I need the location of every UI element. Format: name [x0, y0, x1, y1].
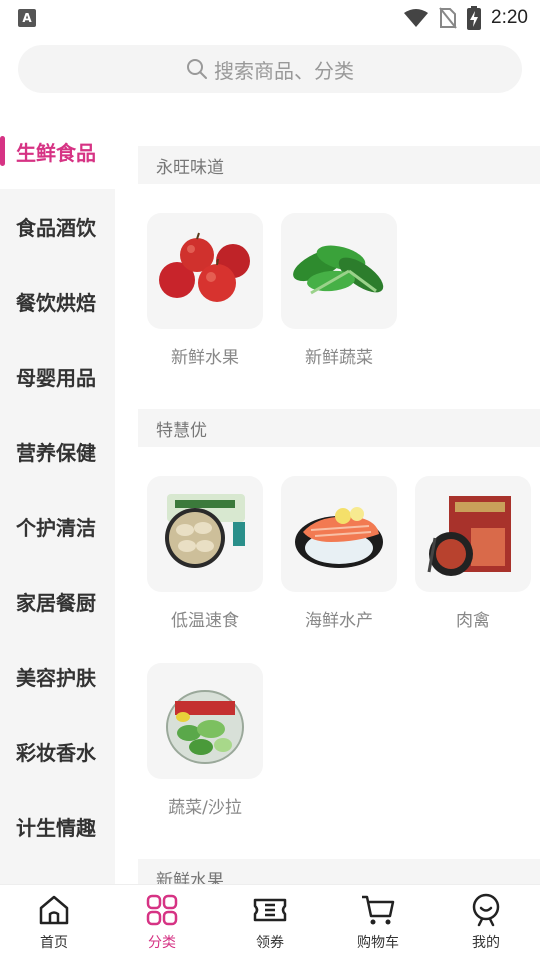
category-content[interactable]: 永旺味道 新鲜水果 新鲜蔬菜 特慧优 低温速食 海鲜水产 肉禽 蔬菜/沙拉 新鲜…: [115, 114, 540, 884]
home-icon: [39, 895, 69, 925]
sidebar-item-label: 母婴用品: [16, 366, 96, 390]
category-tile-meat[interactable]: 肉禽: [415, 476, 531, 631]
sidebar-item-food-drinks[interactable]: 食品酒饮: [0, 189, 115, 264]
salad-image: [147, 663, 263, 779]
vegetables-image: [281, 213, 397, 329]
category-tile-vegetables[interactable]: 新鲜蔬菜: [281, 213, 397, 368]
bottom-navigation: 首页 分类 领券 购物车 我的: [0, 884, 540, 960]
search-input[interactable]: 搜索商品、分类: [18, 45, 522, 93]
nav-label: 首页: [40, 935, 68, 951]
cart-icon: [362, 895, 395, 925]
tile-label: 蔬菜/沙拉: [168, 798, 242, 818]
sidebar-item-label: 美容护肤: [16, 666, 96, 690]
nav-category[interactable]: 分类: [108, 885, 216, 960]
sidebar-item-health[interactable]: 营养保健: [0, 414, 115, 489]
battery-charging-icon: [467, 6, 482, 30]
sidebar-item-home-kitchen[interactable]: 家居餐厨: [0, 564, 115, 639]
frozen-food-image: [147, 476, 263, 592]
tile-label: 新鲜水果: [171, 348, 239, 368]
tile-label: 新鲜蔬菜: [305, 348, 373, 368]
sidebar-item-skincare[interactable]: 美容护肤: [0, 639, 115, 714]
fruit-image: [147, 213, 263, 329]
status-bar: A 2:20: [0, 0, 540, 36]
sidebar-item-fresh-food[interactable]: 生鲜食品: [0, 114, 115, 189]
sidebar-item-makeup[interactable]: 彩妆香水: [0, 714, 115, 789]
profile-icon: [472, 893, 500, 927]
sidebar-item-label: 计生情趣: [16, 816, 96, 840]
category-tile-frozen-food[interactable]: 低温速食: [147, 476, 263, 631]
category-tile-fruit[interactable]: 新鲜水果: [147, 213, 263, 368]
sidebar-item-label: 营养保健: [16, 441, 96, 465]
tile-label: 肉禽: [456, 611, 490, 631]
clock: 2:20: [491, 7, 528, 28]
nav-label: 分类: [148, 935, 176, 951]
section-header: 新鲜水果: [138, 859, 540, 884]
no-sim-icon: [439, 7, 457, 29]
tile-label: 海鲜水产: [305, 611, 373, 631]
nav-profile[interactable]: 我的: [432, 885, 540, 960]
nav-home[interactable]: 首页: [0, 885, 108, 960]
sidebar-item-label: 家居餐厨: [16, 591, 96, 615]
sidebar-item-label: 彩妆香水: [16, 741, 96, 765]
app-notification-icon: A: [18, 9, 36, 27]
search-icon: [187, 59, 207, 79]
section-header: 永旺味道: [138, 146, 540, 184]
section-header: 特慧优: [138, 409, 540, 447]
search-placeholder: 搜索商品、分类: [214, 58, 354, 83]
sidebar-item-label: 餐饮烘焙: [16, 291, 96, 315]
wifi-icon: [404, 9, 429, 27]
meat-image: [415, 476, 531, 592]
category-tile-seafood[interactable]: 海鲜水产: [281, 476, 397, 631]
category-sidebar: 生鲜食品 食品酒饮 餐饮烘焙 母婴用品 营养保健 个护清洁 家居餐厨 美容护肤 …: [0, 114, 115, 884]
sidebar-item-adult[interactable]: 计生情趣: [0, 789, 115, 864]
coupon-icon: [253, 898, 287, 922]
sidebar-item-baby[interactable]: 母婴用品: [0, 339, 115, 414]
sidebar-item-label: 食品酒饮: [16, 216, 96, 240]
sidebar-item-dining-baking[interactable]: 餐饮烘焙: [0, 264, 115, 339]
category-icon: [146, 894, 178, 926]
nav-label: 领券: [256, 935, 284, 951]
sidebar-item-personal-care[interactable]: 个护清洁: [0, 489, 115, 564]
nav-label: 购物车: [357, 935, 399, 951]
tile-label: 低温速食: [171, 611, 239, 631]
category-tile-salad[interactable]: 蔬菜/沙拉: [147, 663, 263, 818]
nav-label: 我的: [472, 935, 500, 951]
sidebar-item-label: 个护清洁: [16, 516, 96, 540]
sidebar-item-label: 生鲜食品: [16, 141, 96, 165]
nav-cart[interactable]: 购物车: [324, 885, 432, 960]
active-indicator: [0, 136, 5, 166]
seafood-image: [281, 476, 397, 592]
nav-coupons[interactable]: 领券: [216, 885, 324, 960]
